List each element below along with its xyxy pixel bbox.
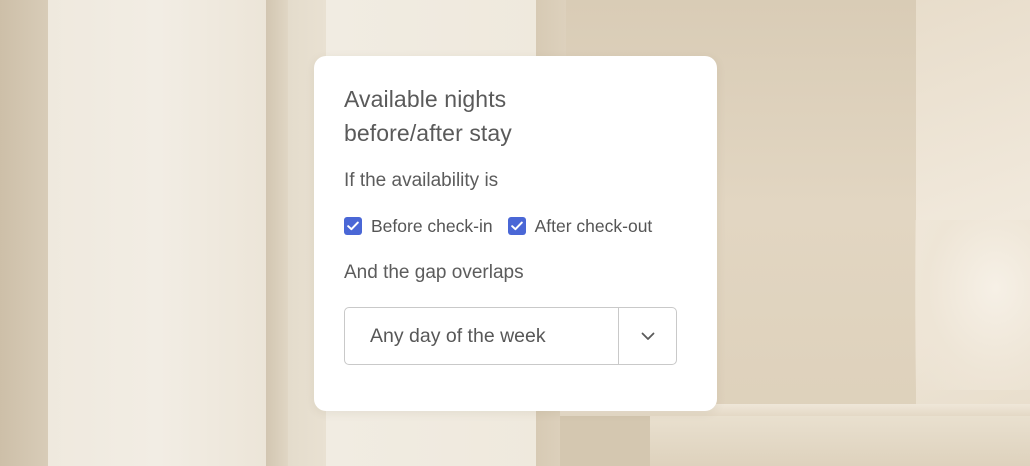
availability-options: Before check-in After check-out (344, 213, 687, 239)
gap-day-select[interactable]: Any day of the week (344, 307, 677, 365)
availability-settings-card: Available nights before/after stay If th… (314, 56, 717, 411)
sunlight-patch (915, 220, 1030, 390)
select-toggle-button[interactable] (619, 308, 676, 364)
before-checkin-label: Before check-in (371, 215, 493, 236)
ledge-block (650, 416, 1030, 466)
wall-shadow (266, 0, 288, 466)
card-title: Available nights before/after stay (344, 86, 512, 146)
wall-pillar (48, 0, 268, 466)
gap-label: And the gap overlaps (344, 262, 524, 283)
before-checkin-checkbox[interactable]: Before check-in (344, 216, 493, 237)
floor-shadow (560, 416, 650, 466)
availability-label: If the availability is (344, 170, 499, 191)
checkmark-icon[interactable] (344, 217, 362, 235)
wall-edge (0, 0, 48, 466)
after-checkout-checkbox[interactable]: After check-out (507, 215, 653, 237)
checkmark-icon[interactable] (507, 217, 526, 235)
after-checkout-label: After check-out (534, 215, 653, 236)
chevron-down-icon[interactable] (641, 332, 655, 341)
select-value[interactable]: Any day of the week (345, 308, 619, 364)
